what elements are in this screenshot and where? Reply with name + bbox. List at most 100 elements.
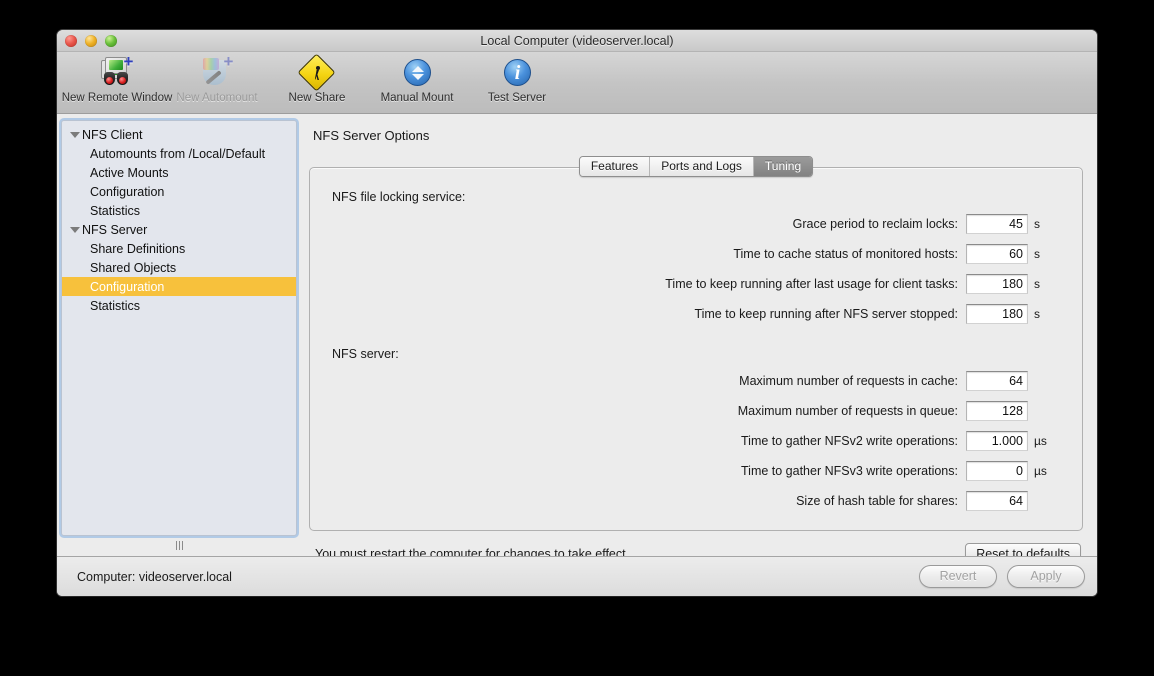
field-unit: s — [1034, 217, 1040, 231]
sidebar-item-nfs-server[interactable]: NFS Server — [62, 220, 296, 239]
pane-footer: You must restart the computer for change… — [309, 531, 1083, 556]
sidebar-item-label: NFS Server — [82, 222, 148, 237]
sidebar-item-automounts[interactable]: Automounts from /Local/Default — [62, 144, 296, 163]
tab-panel-tuning: NFS file locking service: Grace period t… — [309, 167, 1083, 531]
chevron-down-icon[interactable] — [68, 128, 81, 141]
sidebar-item-server-configuration[interactable]: Configuration — [62, 277, 296, 296]
window-title: Local Computer (videoserver.local) — [480, 34, 674, 48]
sidebar-item-client-statistics[interactable]: Statistics — [62, 201, 296, 220]
page-title: NFS Server Options — [313, 128, 430, 143]
sidebar-item-label: Statistics — [90, 298, 141, 313]
restart-notice: You must restart the computer for change… — [315, 547, 630, 556]
toolbar-button-test-server[interactable]: i Test Server — [467, 55, 567, 104]
sidebar-item-label: Configuration — [90, 184, 165, 199]
tab-features[interactable]: Features — [579, 157, 651, 176]
toolbar-button-new-automount[interactable]: + New Automount — [167, 53, 267, 104]
sidebar-item-client-configuration[interactable]: Configuration — [62, 182, 296, 201]
computer-label: Computer: videoserver.local — [77, 569, 232, 584]
titlebar: Local Computer (videoserver.local) — [57, 30, 1097, 52]
toolbar-button-new-share[interactable]: New Share — [267, 53, 367, 104]
sidebar-item-label: Share Definitions — [90, 241, 186, 256]
manual-mount-icon — [400, 56, 434, 90]
sidebar-item-label: NFS Client — [82, 127, 143, 142]
new-remote-window-icon: + — [100, 53, 134, 90]
main-pane: NFS Server Options Features Ports and Lo… — [301, 114, 1097, 556]
cache-status-time-input[interactable] — [966, 244, 1028, 264]
status-bar: Computer: videoserver.local Revert Apply — [57, 556, 1097, 596]
toolbar-label: New Share — [288, 92, 346, 104]
max-requests-queue-input[interactable] — [966, 401, 1028, 421]
toolbar-button-manual-mount[interactable]: Manual Mount — [367, 55, 467, 104]
field-row: Size of hash table for shares: — [332, 490, 1060, 512]
sidebar-item-label: Active Mounts — [90, 165, 169, 180]
toolbar-button-new-remote-window[interactable]: + New Remote Window — [62, 53, 173, 104]
reset-to-defaults-button[interactable]: Reset to defaults — [965, 542, 1081, 556]
nfsv2-write-gather-input[interactable] — [966, 431, 1028, 451]
field-unit: s — [1034, 277, 1040, 291]
max-requests-cache-input[interactable] — [966, 371, 1028, 391]
field-row: Time to keep running after NFS server st… — [332, 303, 1060, 325]
revert-button[interactable]: Revert — [919, 565, 997, 588]
field-label-keep-running-client: Time to keep running after last usage fo… — [665, 277, 958, 291]
toolbar-label: New Automount — [176, 92, 258, 104]
close-button[interactable] — [65, 35, 77, 47]
sidebar-container: NFS Client Automounts from /Local/Defaul… — [57, 114, 301, 556]
field-label-nfsv3-gather: Time to gather NFSv3 write operations: — [741, 464, 958, 478]
sidebar-tree[interactable]: NFS Client Automounts from /Local/Defaul… — [61, 120, 297, 536]
new-automount-icon: + — [200, 53, 234, 90]
zoom-button[interactable] — [105, 35, 117, 47]
field-row: Time to gather NFSv3 write operations: µ… — [332, 460, 1060, 482]
split-view: NFS Client Automounts from /Local/Defaul… — [57, 114, 1097, 556]
field-unit: µs — [1034, 464, 1047, 478]
window-controls — [65, 35, 117, 47]
sidebar-item-share-definitions[interactable]: Share Definitions — [62, 239, 296, 258]
field-unit: s — [1034, 307, 1040, 321]
toolbar: + New Remote Window + New Automount New … — [57, 52, 1097, 114]
field-label-cache-status: Time to cache status of monitored hosts: — [733, 247, 958, 261]
field-unit: µs — [1034, 434, 1047, 448]
field-label-nfsv2-gather: Time to gather NFSv2 write operations: — [741, 434, 958, 448]
field-label-keep-running-server: Time to keep running after NFS server st… — [694, 307, 958, 321]
toolbar-label: Test Server — [487, 92, 547, 104]
tab-tuning[interactable]: Tuning — [753, 157, 813, 176]
sidebar-item-shared-objects[interactable]: Shared Objects — [62, 258, 296, 277]
field-label-grace-period: Grace period to reclaim locks: — [792, 217, 958, 231]
nfsv3-write-gather-input[interactable] — [966, 461, 1028, 481]
field-label-max-requests-cache: Maximum number of requests in cache: — [739, 374, 958, 388]
action-buttons: Revert Apply — [919, 565, 1085, 588]
sidebar-item-server-statistics[interactable]: Statistics — [62, 296, 296, 315]
keep-running-client-tasks-input[interactable] — [966, 274, 1028, 294]
keep-running-server-stopped-input[interactable] — [966, 304, 1028, 324]
sidebar-item-label: Configuration — [90, 279, 165, 294]
toolbar-label: Manual Mount — [380, 92, 454, 104]
field-row: Time to gather NFSv2 write operations: µ… — [332, 430, 1060, 452]
sidebar-item-nfs-client[interactable]: NFS Client — [62, 125, 296, 144]
application-window: Local Computer (videoserver.local) + New… — [57, 30, 1097, 596]
sidebar-item-label: Automounts from /Local/Default — [90, 146, 266, 161]
tab-view: Features Ports and Logs Tuning NFS file … — [309, 156, 1083, 531]
field-row: Time to cache status of monitored hosts:… — [332, 243, 1060, 265]
grace-period-input[interactable] — [966, 214, 1028, 234]
group-label-file-locking: NFS file locking service: — [332, 190, 466, 204]
sidebar-resize-grip[interactable] — [61, 536, 297, 552]
field-row: Time to keep running after last usage fo… — [332, 273, 1060, 295]
sidebar-item-active-mounts[interactable]: Active Mounts — [62, 163, 296, 182]
field-unit: s — [1034, 247, 1040, 261]
group-label-nfs-server: NFS server: — [332, 347, 399, 361]
apply-button[interactable]: Apply — [1007, 565, 1085, 588]
hash-table-size-input[interactable] — [966, 491, 1028, 511]
minimize-button[interactable] — [85, 35, 97, 47]
tab-strip: Features Ports and Logs Tuning — [309, 156, 1083, 177]
field-row: Maximum number of requests in queue: — [332, 400, 1060, 422]
sidebar-item-label: Shared Objects — [90, 260, 177, 275]
field-row: Maximum number of requests in cache: — [332, 370, 1060, 392]
field-label-max-requests-queue: Maximum number of requests in queue: — [737, 404, 958, 418]
new-share-icon — [297, 53, 336, 92]
sidebar-item-label: Statistics — [90, 203, 141, 218]
toolbar-label: New Remote Window — [61, 92, 173, 104]
field-label-hash-table-size: Size of hash table for shares: — [796, 494, 958, 508]
test-server-icon: i — [500, 56, 534, 90]
tab-ports-and-logs[interactable]: Ports and Logs — [650, 157, 754, 176]
field-row: Grace period to reclaim locks: s — [332, 213, 1060, 235]
chevron-down-icon[interactable] — [68, 223, 81, 236]
